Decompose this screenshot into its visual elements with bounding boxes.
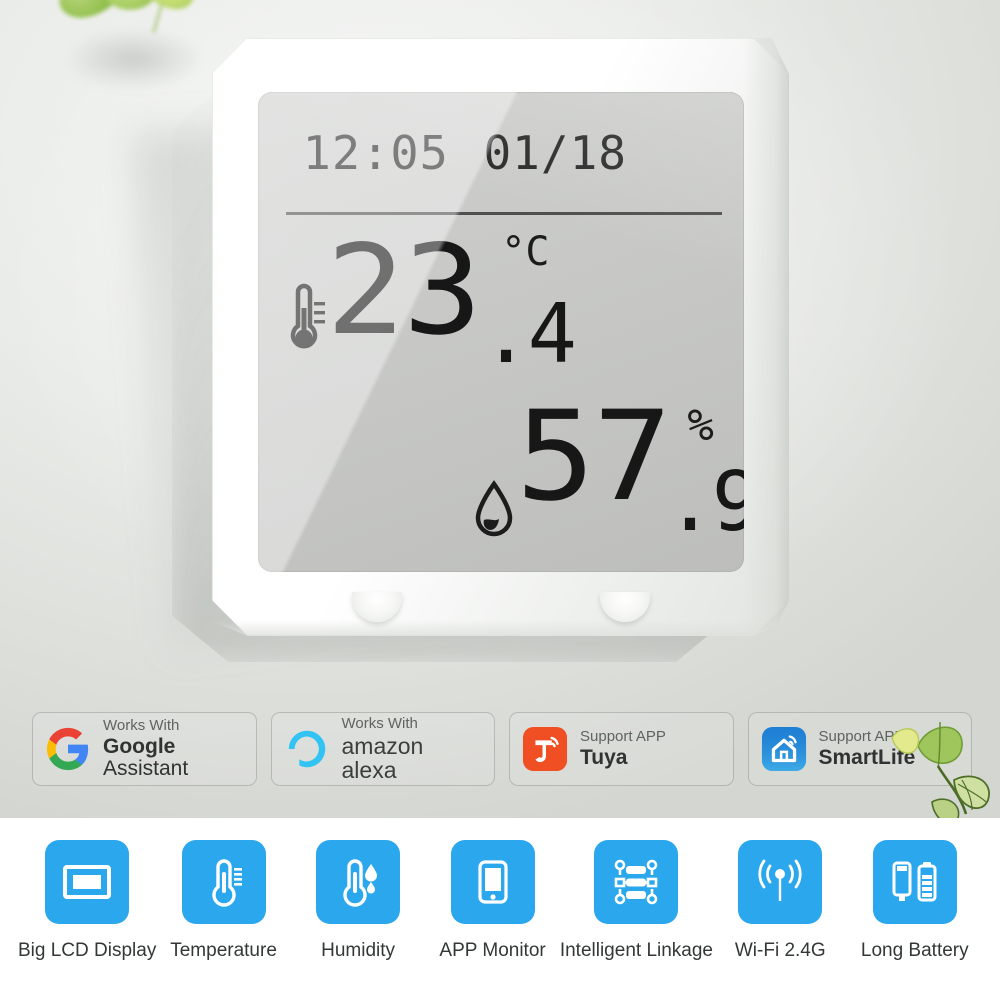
- google-g-logo: [46, 727, 89, 771]
- linkage-network-icon: [615, 859, 658, 905]
- lcd-display-icon: [63, 865, 112, 899]
- lcd-status-bar: 12:05 01/18: [302, 122, 710, 184]
- thermometer-icon: [211, 859, 242, 907]
- feature-strip: Big LCD Display Temperature Humidity APP…: [0, 818, 1000, 1000]
- wifi-signal-icon: [758, 859, 802, 901]
- lcd-temperature-tail: °C .4: [475, 229, 577, 382]
- lcd-temperature-decimal: .4: [481, 287, 577, 382]
- lcd-temperature-unit: °C: [501, 229, 550, 275]
- feature-humidity[interactable]: Humidity: [291, 840, 426, 962]
- badge-title: Tuya: [580, 745, 666, 769]
- lcd-humidity-integer: 57: [516, 385, 672, 529]
- lcd-humidity-decimal: .9: [665, 455, 744, 550]
- compatibility-badges: Works With Google Assistant Works With a…: [32, 712, 972, 786]
- badge-subtitle: Support APP: [580, 728, 666, 746]
- badge-subtitle: Works With: [341, 714, 418, 732]
- badge-subtitle: Works With: [103, 717, 180, 735]
- badge-text: Works With Google Assistant: [103, 718, 244, 780]
- lcd-screen: 12:05 01/18 23 °C .4 57 % .9: [258, 92, 744, 572]
- feature-icon-container: [316, 840, 401, 924]
- lcd-date: 01/18: [483, 126, 627, 180]
- smartphone-icon: [477, 860, 508, 904]
- feature-intelligent-linkage[interactable]: Intelligent Linkage: [560, 840, 713, 962]
- feature-big-lcd-display[interactable]: Big LCD Display: [18, 840, 156, 962]
- feature-label: Big LCD Display: [18, 940, 157, 961]
- feature-icon-container: [738, 840, 823, 924]
- badge-title-bold: Google: [103, 734, 176, 758]
- device-bottom-edge: [212, 620, 789, 636]
- feature-temperature[interactable]: Temperature: [156, 840, 291, 962]
- feature-icon-container: [450, 840, 535, 924]
- hero-photo: 12:05 01/18 23 °C .4 57 % .9 Works With …: [0, 0, 1000, 818]
- feature-long-battery[interactable]: Long Battery: [848, 840, 983, 962]
- feature-label: Intelligent Linkage: [559, 940, 713, 961]
- plant-bottom-right: [888, 716, 1000, 818]
- feature-label: Long Battery: [860, 940, 969, 961]
- plant-top-left: [50, 0, 210, 53]
- feature-label: Wi-Fi 2.4G: [734, 940, 826, 961]
- amazon-alexa-ring-logo: [288, 730, 325, 768]
- lcd-temperature: 23 °C .4: [282, 219, 577, 382]
- feature-icon-container: [181, 840, 266, 924]
- plant-leaves: [891, 721, 990, 818]
- battery-icon: [892, 861, 937, 902]
- badge-text: Works With amazon alexa: [342, 716, 483, 782]
- badge-google-assistant[interactable]: Works With Google Assistant: [32, 712, 257, 786]
- badge-title: amazon alexa: [341, 732, 424, 783]
- lcd-time: 12:05: [302, 126, 449, 180]
- smartlife-logo: [761, 726, 806, 772]
- thermometer-icon: [290, 283, 325, 349]
- lcd-humidity-tail: % .9: [663, 398, 744, 548]
- badge-amazon-alexa[interactable]: Works With amazon alexa: [270, 712, 495, 786]
- device-right-side-face: [743, 38, 789, 636]
- feature-wifi[interactable]: Wi-Fi 2.4G: [713, 840, 848, 962]
- lcd-humidity: 57 % .9: [472, 385, 744, 548]
- badge-title-bold: Tuya: [580, 745, 628, 769]
- badge-title: Google Assistant: [103, 734, 244, 780]
- water-drop-icon: [475, 480, 513, 537]
- feature-app-monitor[interactable]: APP Monitor: [425, 840, 560, 962]
- badge-title-light: Assistant: [103, 756, 189, 780]
- feature-icon-container: [45, 840, 130, 924]
- feature-label: Temperature: [170, 940, 277, 961]
- feature-label: Humidity: [321, 940, 396, 961]
- lcd-humidity-unit: %: [687, 400, 714, 451]
- lcd-temperature-integer: 23: [326, 219, 482, 363]
- feature-label: APP Monitor: [439, 940, 546, 961]
- tuya-logo: [522, 726, 568, 772]
- feature-icon-container: [594, 840, 679, 924]
- feature-icon-container: [872, 840, 957, 924]
- lcd-divider: [286, 212, 722, 215]
- badge-tuya[interactable]: Support APP Tuya: [509, 712, 734, 786]
- product-image: 12:05 01/18 23 °C .4 57 % .9 Works With …: [0, 0, 1000, 1000]
- badge-text: Support APP Tuya: [580, 729, 666, 769]
- humidity-icon: [343, 859, 378, 907]
